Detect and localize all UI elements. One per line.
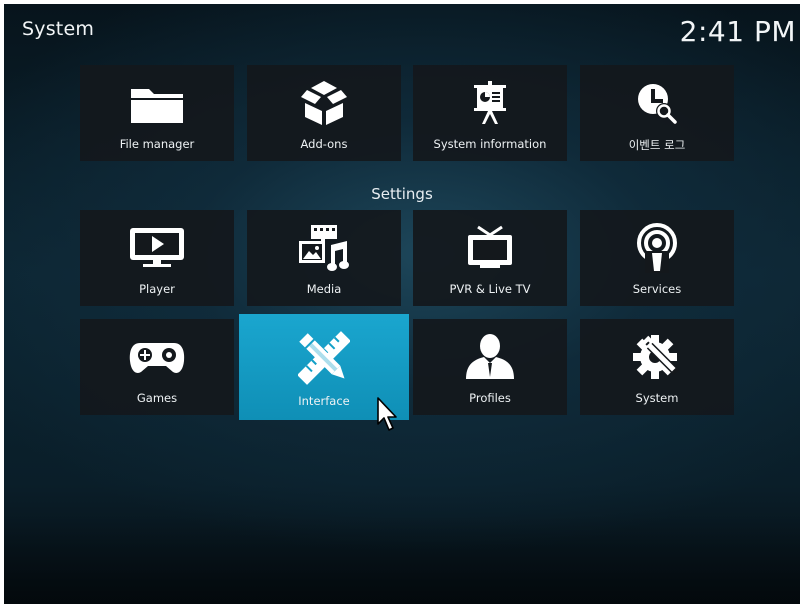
tile-system-information[interactable]: System information [413,65,567,161]
tile-label: Games [136,391,178,405]
tile-label: System [635,391,679,405]
tile-system[interactable]: System [580,319,734,415]
podcast-icon [580,222,734,274]
mouse-pointer-icon [376,396,400,436]
tile-file-manager[interactable]: File manager [80,65,234,161]
gamepad-icon [80,331,234,383]
tile-label: PVR & Live TV [449,282,531,296]
tile-profiles[interactable]: Profiles [413,319,567,415]
pencil-ruler-icon [239,328,409,388]
tile-games[interactable]: Games [80,319,234,415]
clock-search-icon [580,77,734,129]
tile-services[interactable]: Services [580,210,734,306]
settings-heading: Settings [371,185,433,203]
tile-media[interactable]: Media [247,210,401,306]
folder-icon [80,77,234,129]
tile-label: File manager [119,137,195,151]
tile-player[interactable]: Player [80,210,234,306]
tile-label: Media [306,282,342,296]
tv-antenna-icon [413,222,567,274]
tile-pvr-live-tv[interactable]: PVR & Live TV [413,210,567,306]
media-library-icon [247,222,401,274]
monitor-play-icon [80,222,234,274]
window-title: System [22,18,95,40]
user-silhouette-icon [413,331,567,383]
tile-add-ons[interactable]: Add-ons [247,65,401,161]
kodi-system-screen: System 2:41 PM File manager Add-ons Syst… [4,4,800,604]
tile-label: Player [139,282,175,296]
tile-label: 이벤트 로그 [628,138,686,152]
gear-wrench-icon [580,331,734,383]
tile-label: Services [632,282,682,296]
open-box-icon [247,77,401,129]
clock: 2:41 PM [679,15,796,48]
presentation-board-icon [413,77,567,129]
tile-label: Profiles [469,391,511,405]
tile-event-log[interactable]: 이벤트 로그 [580,65,734,161]
tile-label: Add-ons [300,137,348,151]
tile-label: System information [433,137,547,151]
